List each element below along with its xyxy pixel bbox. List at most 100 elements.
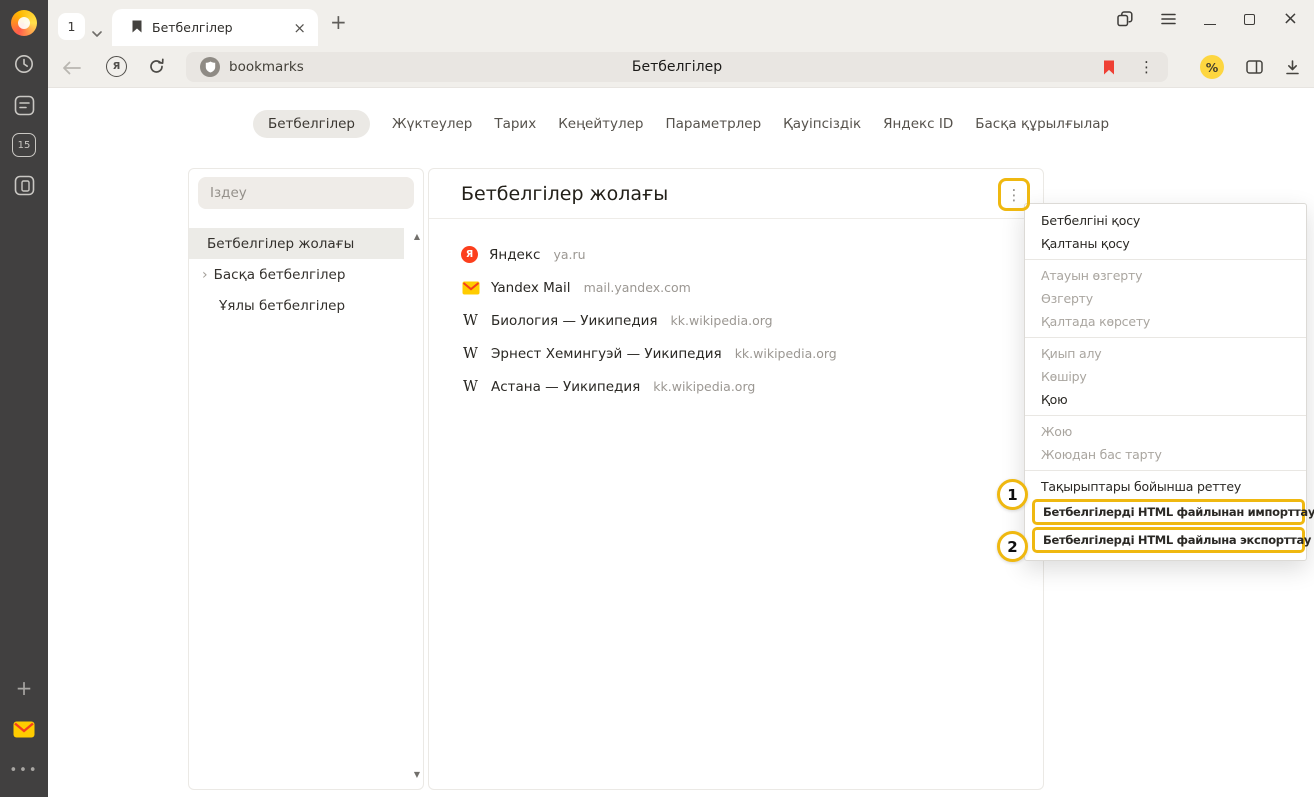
settings-nav: Бетбелгілер Жүктеулер Тарих Кеңейтулер П… [48, 110, 1314, 138]
tab-extensions[interactable]: Кеңейтулер [558, 110, 643, 138]
bookmark-list: Я Яндекс ya.ru Yandex Mail mail.yandex.c… [429, 219, 1043, 422]
history-icon[interactable] [11, 51, 37, 77]
chevron-right-icon[interactable]: › [202, 268, 208, 282]
bookmark-folders-panel: Бетбелгілер жолағы › Басқа бетбелгілер Ұ… [188, 168, 424, 790]
feed-icon[interactable] [11, 92, 37, 118]
address-bar[interactable]: bookmarks Бетбелгілер ⋮ [186, 52, 1168, 82]
minimize-icon[interactable] [1204, 13, 1216, 25]
rail-more-icon[interactable]: ••• [11, 757, 37, 783]
menu-icon[interactable] [1161, 13, 1176, 25]
folder-label: Бетбелгілер жолағы [207, 236, 354, 252]
browser-side-rail: 15 + ••• [0, 0, 48, 797]
scroll-down-icon[interactable]: ▼ [414, 770, 420, 779]
bookmark-title: Биология — Уикипедия [491, 313, 658, 329]
mail-favicon [461, 281, 480, 295]
scroll-up-icon[interactable]: ▲ [414, 232, 420, 241]
folder-item-mobile-bookmarks[interactable]: Ұялы бетбелгілер [189, 290, 404, 321]
bookmark-url: kk.wikipedia.org [653, 379, 755, 394]
tab-yandex-id[interactable]: Яндекс ID [883, 110, 953, 138]
folder-list: Бетбелгілер жолағы › Басқа бетбелгілер Ұ… [189, 228, 423, 321]
search-input[interactable] [198, 177, 414, 209]
menu-item-show-in-folder: Қалтада көрсету [1025, 310, 1306, 333]
tab-groups-icon[interactable] [1117, 11, 1133, 27]
calendar-day: 15 [18, 140, 31, 151]
tab-bookmarks[interactable]: Бетбелгілер [253, 110, 370, 138]
menu-divider [1025, 337, 1306, 338]
menu-divider [1025, 415, 1306, 416]
tab-other-devices[interactable]: Басқа құрылғылар [975, 110, 1109, 138]
menu-item-paste[interactable]: Қою [1025, 388, 1306, 411]
bookmark-url: ya.ru [553, 247, 585, 262]
bookmark-row[interactable]: W Биология — Уикипедия kk.wikipedia.org [461, 304, 1011, 337]
menu-item-undo-delete: Жоюдан бас тарту [1025, 443, 1306, 466]
tab-history[interactable]: Тарих [494, 110, 536, 138]
calendar-icon[interactable]: 15 [12, 133, 36, 157]
tab-counter-button[interactable]: 1 [58, 13, 85, 40]
bookmark-title: Астана — Уикипедия [491, 379, 640, 395]
annotation-badge-1: 1 [997, 479, 1028, 510]
yandex-browser-logo-icon[interactable] [11, 10, 37, 36]
menu-item-edit: Өзгерту [1025, 287, 1306, 310]
bookmark-icon [132, 18, 142, 37]
panels-icon[interactable] [1246, 60, 1263, 74]
search-box[interactable] [198, 177, 414, 209]
bookmark-flag-icon[interactable] [1103, 60, 1115, 75]
menu-item-add-bookmark[interactable]: Бетбелгіні қосу [1025, 209, 1306, 232]
menu-divider [1025, 259, 1306, 260]
panel-menu-icon[interactable]: ⋮ [1007, 186, 1022, 204]
tab-strip: 1 Бетбелгілер × + × [48, 0, 1314, 46]
browser-toolbar: Я bookmarks Бетбелгілер ⋮ % [48, 46, 1314, 88]
bookmark-url: kk.wikipedia.org [671, 313, 773, 328]
close-icon[interactable]: × [1283, 10, 1298, 28]
annotation-badge-2: 2 [997, 531, 1028, 562]
bookmarks-panel-title: Бетбелгілер жолағы [461, 183, 668, 205]
folder-item-bookmarks-bar[interactable]: Бетбелгілер жолағы [189, 228, 404, 259]
bookmark-row[interactable]: Yandex Mail mail.yandex.com [461, 271, 1011, 304]
bookmark-row[interactable]: W Эрнест Хемингуэй — Уикипедия kk.wikipe… [461, 337, 1011, 370]
address-text: bookmarks [229, 59, 304, 75]
new-tab-button[interactable]: + [330, 10, 347, 34]
address-menu-icon[interactable]: ⋮ [1139, 58, 1154, 76]
yandex-mail-icon[interactable] [11, 716, 37, 742]
tab-downloads[interactable]: Жүктеулер [392, 110, 472, 138]
wikipedia-favicon: W [461, 379, 480, 395]
chevron-down-icon[interactable] [92, 22, 102, 41]
devices-icon[interactable] [11, 172, 37, 198]
tab-security[interactable]: Қауіпсіздік [783, 110, 861, 138]
bookmark-url: kk.wikipedia.org [735, 346, 837, 361]
bookmark-url: mail.yandex.com [584, 280, 691, 295]
protect-shield-icon[interactable] [200, 57, 220, 77]
menu-item-export-html[interactable]: Бетбелгілерді HTML файлына экспорттау [1032, 527, 1305, 553]
bookmarks-context-menu: Бетбелгіні қосу Қалтаны қосу Атауын өзге… [1024, 203, 1307, 561]
bookmarks-panel-header: Бетбелгілер жолағы ⋮ [429, 169, 1043, 219]
menu-item-add-folder[interactable]: Қалтаны қосу [1025, 232, 1306, 255]
bookmark-row[interactable]: Я Яндекс ya.ru [461, 238, 1011, 271]
tab-settings[interactable]: Параметрлер [665, 110, 761, 138]
tab-close-icon[interactable]: × [293, 19, 306, 37]
annotation-box-menu-button: ⋮ [998, 178, 1030, 211]
page-title: Бетбелгілер [186, 59, 1168, 75]
toolbar-right: % [1200, 52, 1300, 82]
window-controls: × [1117, 8, 1298, 30]
yandex-favicon: Я [461, 246, 478, 263]
yandex-home-icon[interactable]: Я [106, 56, 127, 77]
refresh-icon[interactable] [148, 58, 165, 79]
tab-title: Бетбелгілер [152, 20, 233, 35]
menu-item-copy: Көшіру [1025, 365, 1306, 388]
active-tab[interactable]: Бетбелгілер × [112, 9, 318, 46]
menu-item-sort-by-title[interactable]: Тақырыптары бойынша реттеу [1025, 475, 1306, 498]
maximize-icon[interactable] [1244, 14, 1255, 25]
menu-item-cut: Қиып алу [1025, 342, 1306, 365]
bookmark-title: Эрнест Хемингуэй — Уикипедия [491, 346, 722, 362]
bookmark-title: Yandex Mail [491, 280, 571, 296]
rail-add-icon[interactable]: + [11, 675, 37, 701]
percent-badge-icon[interactable]: % [1200, 55, 1224, 79]
folder-item-other-bookmarks[interactable]: › Басқа бетбелгілер [189, 259, 404, 290]
bookmark-row[interactable]: W Астана — Уикипедия kk.wikipedia.org [461, 370, 1011, 403]
menu-divider [1025, 470, 1306, 471]
folder-label: Басқа бетбелгілер [214, 267, 346, 283]
bookmarks-panel: Бетбелгілер жолағы ⋮ Я Яндекс ya.ru Yand… [428, 168, 1044, 790]
download-icon[interactable] [1285, 60, 1300, 75]
back-icon[interactable] [62, 60, 81, 79]
menu-item-import-html[interactable]: Бетбелгілерді HTML файлынан импорттау [1032, 499, 1305, 525]
